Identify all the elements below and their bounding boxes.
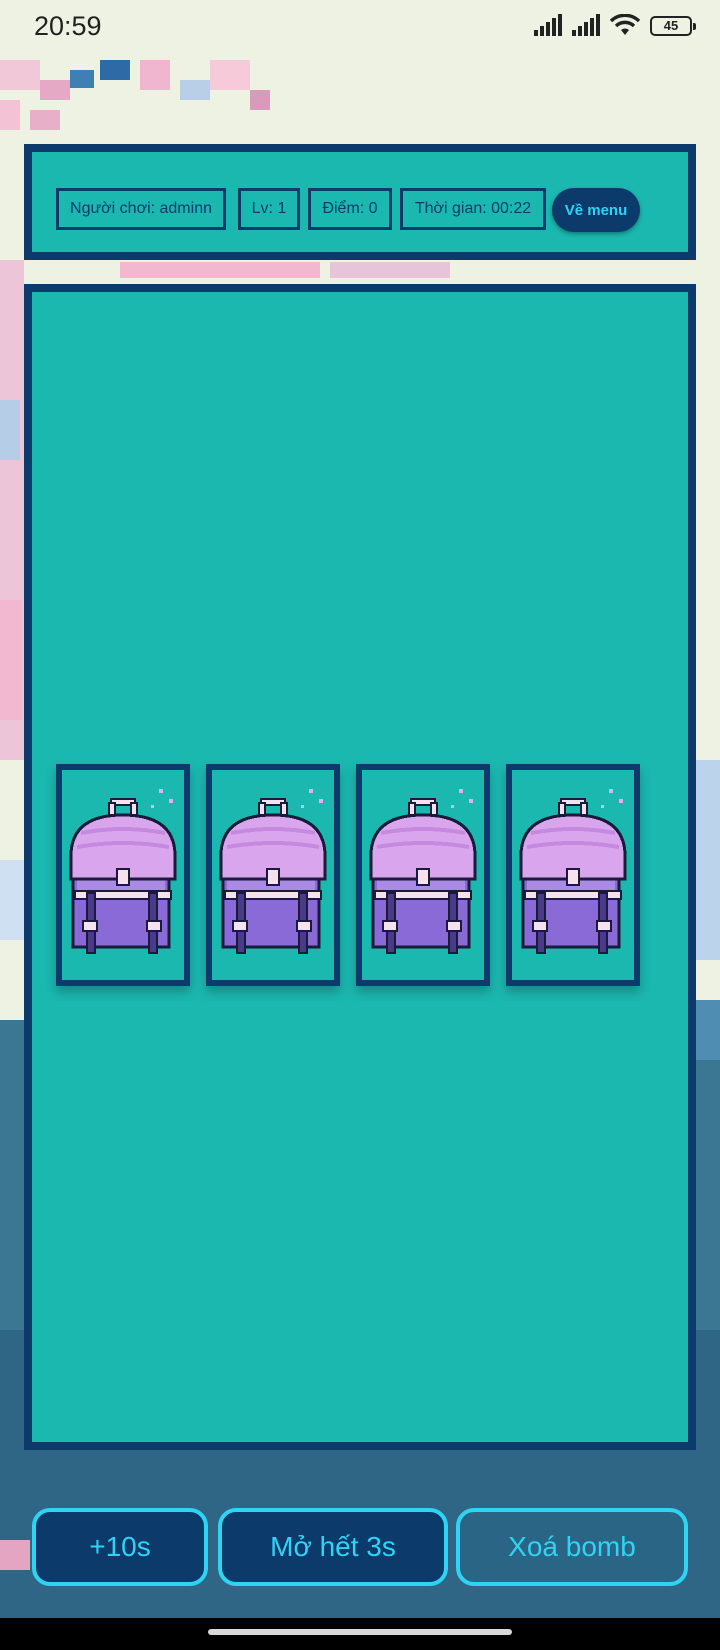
status-time: 20:59 — [34, 11, 102, 41]
game-board — [24, 284, 696, 1450]
game-header: Người chơi: adminn Lv: 1 Điểm: 0 Thời gi… — [24, 144, 696, 260]
backpack-icon — [369, 789, 477, 954]
home-gesture-handle[interactable] — [208, 1629, 512, 1635]
status-bar: 20:59 45 — [0, 0, 720, 56]
battery-icon: 45 — [650, 16, 696, 36]
backpack-icon — [69, 789, 177, 954]
signal-icon-2 — [572, 14, 600, 36]
memory-card[interactable] — [56, 764, 190, 986]
level-label: Lv: 1 — [238, 188, 300, 230]
reveal-all-button[interactable]: Mở hết 3s — [218, 1508, 448, 1586]
signal-icon — [534, 14, 562, 36]
remove-bomb-button[interactable]: Xoá bomb — [456, 1508, 688, 1586]
player-name-label: Người chơi: adminn — [56, 188, 226, 230]
wifi-icon — [610, 14, 640, 35]
memory-card[interactable] — [206, 764, 340, 986]
back-to-menu-button[interactable]: Về menu — [552, 188, 640, 232]
backpack-icon — [219, 789, 327, 954]
memory-card[interactable] — [356, 764, 490, 986]
score-label: Điểm: 0 — [308, 188, 392, 230]
status-icons: 45 — [534, 14, 696, 36]
memory-card[interactable] — [506, 764, 640, 986]
timer-label: Thời gian: 00:22 — [400, 188, 546, 230]
navigation-bar — [0, 1618, 720, 1650]
add-time-button[interactable]: +10s — [32, 1508, 208, 1586]
backpack-icon — [519, 789, 627, 954]
